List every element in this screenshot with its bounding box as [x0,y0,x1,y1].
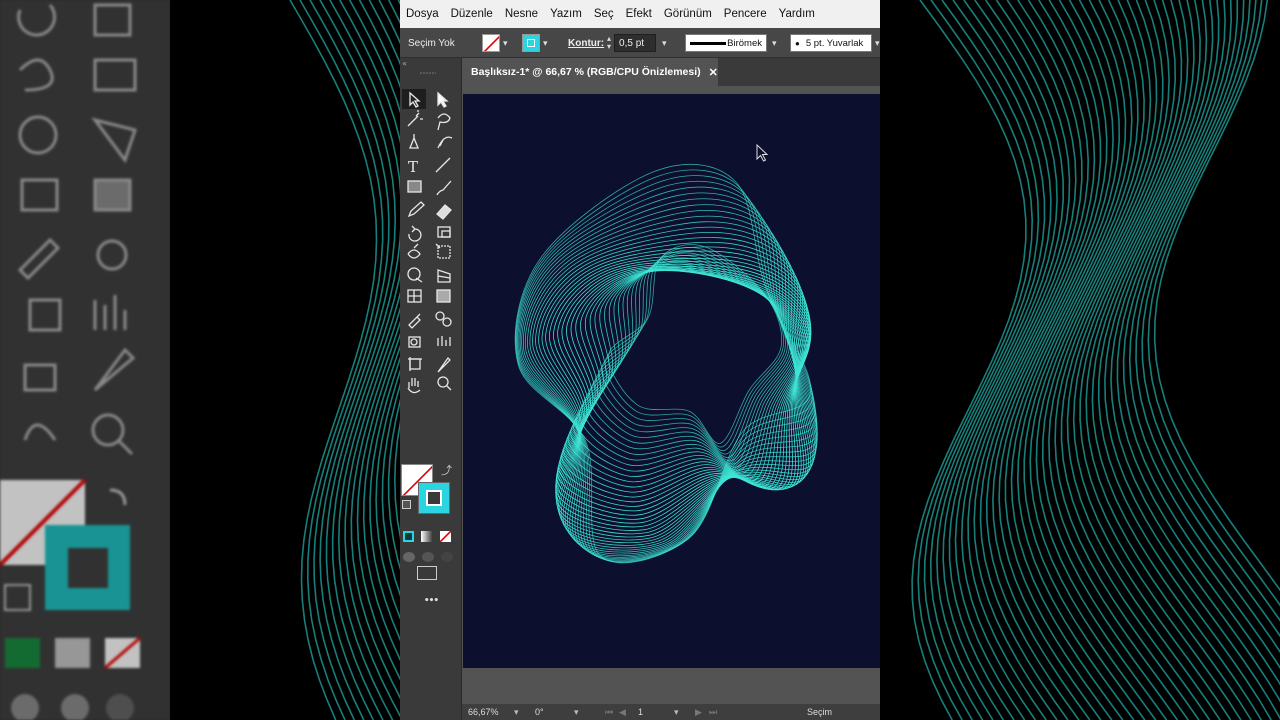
wave-line [1147,0,1280,607]
color-mode-row [400,528,462,546]
menu-dosya[interactable]: Dosya [400,8,445,20]
menu-sec[interactable]: Seç [588,8,620,20]
stroke-indicator[interactable] [418,482,450,514]
screen: Dosya Düzenle Nesne Yazım Seç Efekt Görü… [0,0,1280,720]
blend-artwork[interactable] [463,94,880,668]
chevron-down-icon[interactable]: ▾ [503,38,508,49]
artboard-nav-last-icon[interactable]: ⏭ [709,707,717,718]
wave-line [929,0,1046,720]
left-wave-lines [289,0,400,720]
menu-gorunum[interactable]: Görünüm [658,8,718,20]
variable-width-profile[interactable]: Birömek ▾ [685,34,777,52]
profile-label: Birömek [727,37,762,49]
wave-line [309,0,390,720]
document-tab-row: Başlıksız-1* @ 66,67 % (RGB/CPU Önizleme… [462,58,880,86]
swap-arrows-icon[interactable]: ⤴ [441,462,452,478]
blurred-tool-icons [0,3,141,720]
document-tab[interactable]: Başlıksız-1* @ 66,67 % (RGB/CPU Önizleme… [462,58,718,86]
artboard-nav-prev-icon[interactable]: ◀ [619,707,626,718]
screen-mode-icon[interactable] [417,566,437,580]
menu-pencere[interactable]: Pencere [718,8,773,20]
color-mode-icon[interactable] [403,531,414,542]
fill-none-swatch[interactable] [482,34,500,52]
left-blurred-artwork [170,0,400,720]
zoom-level[interactable]: 66,67% [468,707,499,717]
wave-line [1122,0,1280,670]
spinner-arrows-icon[interactable]: ▴ ▾ [607,35,611,51]
artboard-nav-first-icon[interactable]: ⏮ [605,707,613,718]
fill-stroke-widget[interactable]: ⤴ [400,462,462,522]
selection-status: Seçim Yok [408,37,455,49]
edit-toolbar-more-icon[interactable]: ••• [400,596,462,606]
canvas-workspace[interactable] [462,86,880,720]
none-mode-icon[interactable] [440,531,451,542]
stroke-label[interactable]: Kontur: [568,34,604,52]
menu-yazim[interactable]: Yazım [544,8,588,20]
left-blurred-toolbar [0,0,170,720]
gradient-mode-icon[interactable] [421,531,432,542]
chevron-down-icon[interactable]: ▾ [674,707,679,718]
menu-nesne[interactable]: Nesne [499,8,544,20]
document-title: Başlıksız-1* @ 66,67 % (RGB/CPU Önizleme… [471,66,701,78]
panel-grip[interactable]: « [400,58,462,76]
artboard-nav-next-icon[interactable]: ▶ [695,707,702,718]
menu-efekt[interactable]: Efekt [620,8,658,20]
illustrator-window: Dosya Düzenle Nesne Yazım Seç Efekt Görü… [400,0,880,720]
draw-normal-icon[interactable] [403,552,415,562]
chevron-down-icon[interactable]: ▾ [514,707,519,718]
control-bar: Seçim Yok ▾ ▾ Kontur: ▴ ▾ 0,5 pt ▾ Biröm… [400,28,880,58]
chevron-down-icon[interactable]: ▾ [662,38,667,49]
chevron-down-icon[interactable]: ▾ [875,38,880,49]
right-blurred-background [880,0,1280,720]
rotation-value[interactable]: 0° [535,707,544,717]
chevron-down-icon[interactable]: ▾ [543,38,548,49]
stroke-swatch-control[interactable]: ▾ [522,34,548,52]
brush-label: 5 pt. Yuvarlak [805,37,864,49]
menu-yardim[interactable]: Yardım [773,8,821,20]
chevron-down-icon[interactable]: ▾ [574,707,579,718]
draw-inside-icon[interactable] [441,552,453,562]
blend-contour-line [518,192,818,560]
blend-contour-line [588,259,794,465]
menu-duzenle[interactable]: Düzenle [445,8,499,20]
stroke-weight-field[interactable]: 0,5 pt [614,34,657,52]
svg-text:«: « [402,59,407,68]
status-bar: 66,67% ▾ 0° ▾ ⏮ ◀ 1 ▾ ▶ ⏭ Seçim [462,704,880,720]
close-icon[interactable]: ✕ [709,66,718,79]
wave-line [299,0,384,720]
artboard[interactable] [463,94,880,668]
mouse-cursor-icon [756,144,769,162]
wave-line [985,0,1102,720]
draw-mode-row [400,548,462,566]
default-colors-icon[interactable] [402,500,411,509]
fill-swatch-control[interactable]: ▾ [482,34,508,52]
blend-contour-line [541,246,809,538]
left-blurred-background [0,0,400,720]
tools-panel: « T ⤴ ••• [400,58,462,720]
right-wave-lines [911,0,1280,720]
tool-icons: T [402,89,453,394]
menu-bar: Dosya Düzenle Nesne Yazım Seç Efekt Görü… [400,0,880,28]
draw-behind-icon[interactable] [422,552,434,562]
wave-line [1072,0,1232,720]
wave-line [1141,0,1280,622]
stroke-color-swatch[interactable] [522,34,540,52]
stroke-weight-spinner[interactable]: ▴ ▾ 0,5 pt ▾ [607,34,667,52]
svg-text:T: T [408,158,418,176]
artboard-number[interactable]: 1 [638,707,643,717]
chevron-down-icon[interactable]: ▾ [772,38,777,49]
stroke-profile-line [690,41,726,45]
current-tool-name: Seçim [807,707,833,717]
brush-dot-icon: ● [795,38,800,48]
brush-definition[interactable]: ● 5 pt. Yuvarlak ▾ [790,34,880,52]
